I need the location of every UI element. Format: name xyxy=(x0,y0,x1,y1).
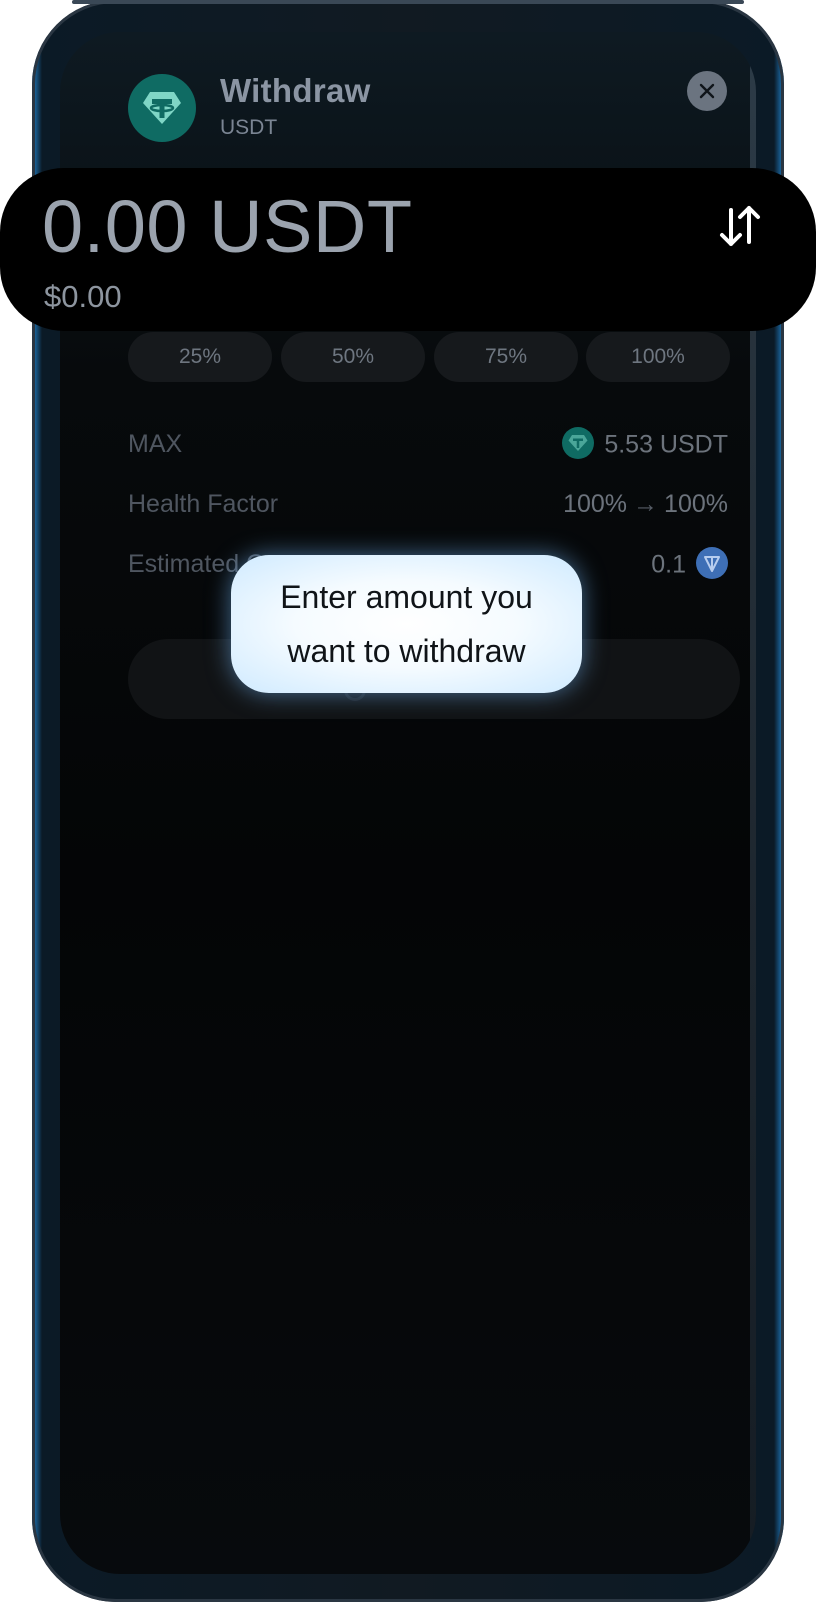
percent-button-25[interactable]: 25% xyxy=(128,332,272,382)
health-factor-value: 100% → 100% xyxy=(563,490,728,519)
health-factor-label: Health Factor xyxy=(128,490,279,518)
amount-usd-value: $0.00 xyxy=(44,279,122,314)
arrow-right-icon: → xyxy=(633,490,659,518)
close-icon xyxy=(699,83,715,99)
percent-button-75[interactable]: 75% xyxy=(434,332,578,382)
estimated-value-row: 0.1 xyxy=(651,547,728,582)
estimated-value: 0.1 xyxy=(651,550,686,579)
ton-icon xyxy=(696,547,728,579)
close-button[interactable] xyxy=(687,71,727,111)
phone-top-edge xyxy=(72,0,744,4)
health-factor-from: 100% xyxy=(563,490,628,518)
page-title: Withdraw xyxy=(220,72,371,109)
amount-input[interactable]: 0.00 USDT $0.00 xyxy=(0,168,816,331)
percent-buttons: 25% 50% 75% 100% xyxy=(128,332,740,382)
tether-icon xyxy=(562,427,595,459)
max-value: 5.53 USDT xyxy=(604,430,728,459)
amount-value: 0.00 USDT xyxy=(42,185,413,268)
tooltip-text: Enter amount you want to withdraw xyxy=(280,579,533,669)
swap-arrows-icon[interactable] xyxy=(714,200,766,252)
max-label: MAX xyxy=(128,430,183,458)
health-factor-to: 100% xyxy=(664,490,728,518)
page: Withdraw USDT 25% 50% 75% 100% MAX 5.53 … xyxy=(0,0,816,1605)
percent-button-100[interactable]: 100% xyxy=(586,332,730,382)
hint-tooltip: Enter amount you want to withdraw xyxy=(231,555,582,693)
token-subtitle: USDT xyxy=(220,116,278,139)
tether-icon xyxy=(128,74,196,142)
max-value-row[interactable]: 5.53 USDT xyxy=(552,427,728,462)
percent-button-50[interactable]: 50% xyxy=(281,332,425,382)
